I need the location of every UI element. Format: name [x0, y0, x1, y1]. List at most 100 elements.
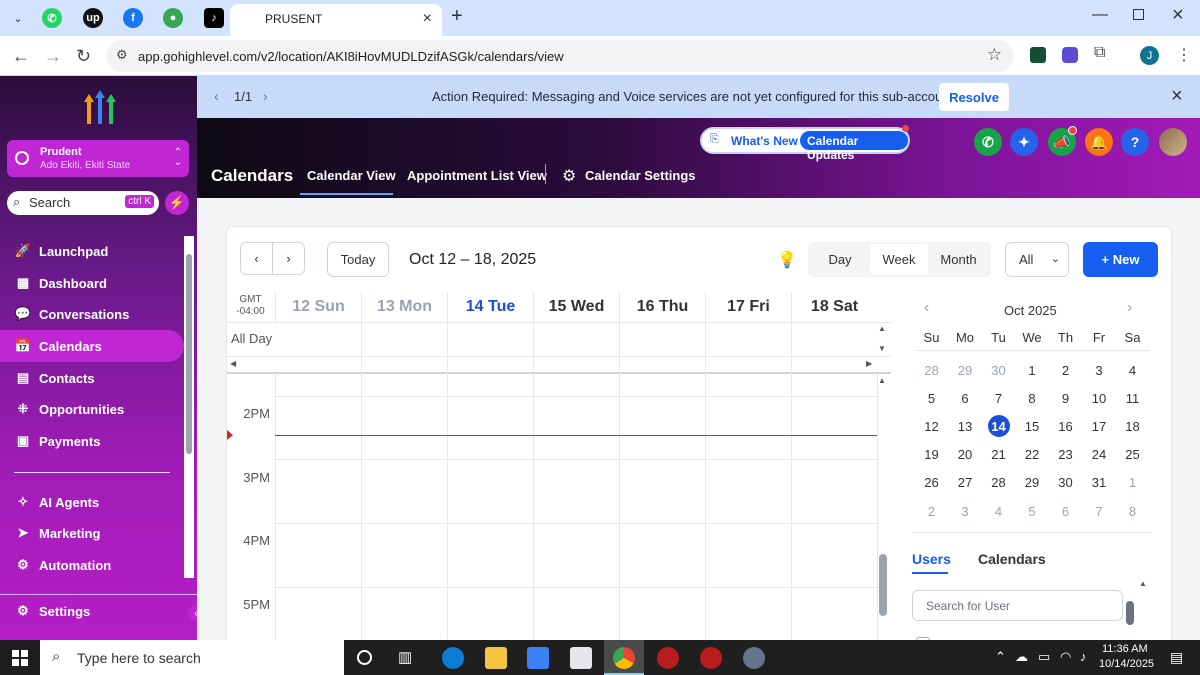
tab-list-button[interactable]: ⌄	[8, 8, 28, 28]
bookmark-star-icon[interactable]: ☆	[987, 45, 1002, 65]
sidebar-item-settings[interactable]: ⚙ Settings	[0, 595, 184, 627]
new-button[interactable]: + New	[1083, 242, 1158, 277]
day-header[interactable]: 13 Mon	[361, 292, 447, 322]
mini-day[interactable]: 4	[982, 497, 1015, 525]
mini-day[interactable]: 5	[1016, 497, 1049, 525]
quick-actions-button[interactable]: ⚡	[165, 191, 189, 215]
day-header-today[interactable]: 14 Tue	[447, 292, 533, 322]
day-header[interactable]: 15 Wed	[533, 292, 619, 322]
mini-day[interactable]: 12	[915, 412, 948, 440]
mini-day[interactable]: 24	[1083, 441, 1116, 469]
mini-day[interactable]: 7	[982, 384, 1015, 412]
mini-day[interactable]: 30	[1049, 469, 1082, 497]
mini-day[interactable]: 22	[1016, 441, 1049, 469]
battery-icon[interactable]: ▭	[1038, 649, 1050, 665]
browser-menu-icon[interactable]: ⋮	[1176, 45, 1192, 65]
mini-day[interactable]: 11	[1116, 384, 1149, 412]
panel-scroll-up-icon[interactable]: ▲	[1139, 579, 1147, 588]
forward-icon[interactable]: →	[44, 46, 62, 67]
tab-calendars[interactable]: Calendars	[978, 551, 1046, 567]
reload-icon[interactable]: ↻	[76, 46, 91, 67]
sidebar-item-marketing[interactable]: ➤ Marketing	[0, 517, 184, 549]
tab-users[interactable]: Users	[912, 551, 951, 567]
mini-day[interactable]: 5	[915, 384, 948, 412]
lightbulb-icon[interactable]: 💡	[777, 250, 797, 270]
calendar-updates-badge[interactable]: Calendar Updates	[800, 131, 908, 162]
day-header[interactable]: 16 Thu	[619, 292, 705, 322]
notification-center-icon[interactable]: ▤	[1170, 649, 1183, 666]
notifications-bell-button[interactable]: 🔔	[1085, 128, 1113, 156]
sidebar-search[interactable]: ⌕ Search ctrl K	[7, 191, 159, 215]
help-button[interactable]: ?	[1121, 128, 1149, 156]
panel-scrollbar-thumb[interactable]	[1126, 601, 1134, 625]
mini-day[interactable]: 23	[1049, 441, 1082, 469]
hscroll-right-icon[interactable]: ▶	[866, 359, 872, 368]
mini-day[interactable]: 9	[1049, 384, 1082, 412]
banner-close-icon[interactable]: ×	[1171, 85, 1183, 108]
day-header[interactable]: 18 Sat	[791, 292, 877, 322]
store-icon[interactable]	[527, 647, 549, 669]
windows-start-icon[interactable]	[12, 650, 28, 666]
mini-day[interactable]: 3	[949, 497, 982, 525]
sidebar-item-dashboard[interactable]: ▦ Dashboard	[0, 267, 184, 299]
phone-button[interactable]: ✆	[974, 128, 1002, 156]
hscroll-left-icon[interactable]: ◀	[230, 359, 236, 368]
extension-icon[interactable]	[1062, 47, 1078, 63]
banner-next-icon[interactable]: ›	[263, 88, 268, 104]
app-icon[interactable]	[700, 647, 722, 669]
sidebar-item-conversations[interactable]: 💬 Conversations	[0, 298, 184, 330]
mini-day[interactable]: 2	[915, 497, 948, 525]
whatsapp-tab-icon[interactable]: ✆	[42, 8, 62, 28]
mini-day[interactable]: 13	[949, 412, 982, 440]
next-week-button[interactable]: ›	[272, 242, 305, 275]
mini-next-icon[interactable]: ›	[1127, 299, 1132, 317]
filter-select[interactable]: All ⌄	[1005, 242, 1069, 277]
mini-day[interactable]: 29	[949, 356, 982, 384]
active-tab[interactable]: PRUSENT ×	[230, 4, 442, 36]
mini-day[interactable]: 3	[1083, 356, 1116, 384]
mini-day[interactable]: 10	[1083, 384, 1116, 412]
upwork-tab-icon[interactable]: up	[83, 8, 103, 28]
taskbar-search[interactable]: ⌕ Type here to search	[40, 640, 344, 675]
day-header[interactable]: 17 Fri	[705, 292, 791, 322]
view-week-button[interactable]: Week	[870, 244, 928, 275]
mini-day[interactable]: 6	[949, 384, 982, 412]
tab-appointment-list-view[interactable]: Appointment List View	[407, 168, 547, 183]
prev-week-button[interactable]: ‹	[240, 242, 273, 275]
sidebar-item-automation[interactable]: ⚙ Automation	[0, 549, 184, 581]
tiktok-tab-icon[interactable]: ♪	[204, 8, 224, 28]
allday-scroll-down-icon[interactable]: ▼	[878, 344, 886, 353]
cloud-icon[interactable]: ☁	[1015, 649, 1028, 665]
cortana-icon[interactable]	[357, 650, 372, 665]
view-day-button[interactable]: Day	[810, 244, 870, 275]
sidebar-item-launchpad[interactable]: 🚀 Launchpad	[0, 235, 184, 267]
maps-tab-icon[interactable]: ●	[163, 8, 183, 28]
mini-day[interactable]: 4	[1116, 356, 1149, 384]
task-view-icon[interactable]: ▥	[398, 648, 412, 666]
close-window-button[interactable]: ×	[1172, 4, 1184, 27]
mini-day[interactable]: 15	[1016, 412, 1049, 440]
tray-chevron-icon[interactable]: ⌃	[995, 649, 1006, 665]
tab-close-icon[interactable]: ×	[423, 10, 432, 28]
mini-day[interactable]: 1	[1016, 356, 1049, 384]
mini-day[interactable]: 28	[915, 356, 948, 384]
extensions-puzzle-icon[interactable]: ⧉	[1094, 44, 1105, 62]
grid-scrollbar-thumb[interactable]	[879, 554, 887, 616]
wifi-icon[interactable]: ◠	[1060, 649, 1071, 665]
minimize-button[interactable]: —	[1092, 6, 1108, 24]
allday-scroll-up-icon[interactable]: ▲	[878, 324, 886, 333]
mini-day[interactable]: 8	[1016, 384, 1049, 412]
whats-new-pill[interactable]: ⎘ What's New Calendar Updates	[700, 127, 910, 162]
mini-day[interactable]: 19	[915, 441, 948, 469]
facebook-tab-icon[interactable]: f	[123, 8, 143, 28]
profile-avatar[interactable]: J	[1140, 46, 1159, 65]
mini-day[interactable]: 31	[1083, 469, 1116, 497]
mini-day[interactable]: 1	[1116, 469, 1149, 497]
mini-day[interactable]: 8	[1116, 497, 1149, 525]
banner-prev-icon[interactable]: ‹	[214, 88, 219, 104]
today-button[interactable]: Today	[327, 242, 389, 277]
mini-day[interactable]: 28	[982, 469, 1015, 497]
mini-day[interactable]: 18	[1116, 412, 1149, 440]
extension-icon[interactable]	[1030, 47, 1046, 63]
day-header[interactable]: 12 Sun	[275, 292, 361, 322]
